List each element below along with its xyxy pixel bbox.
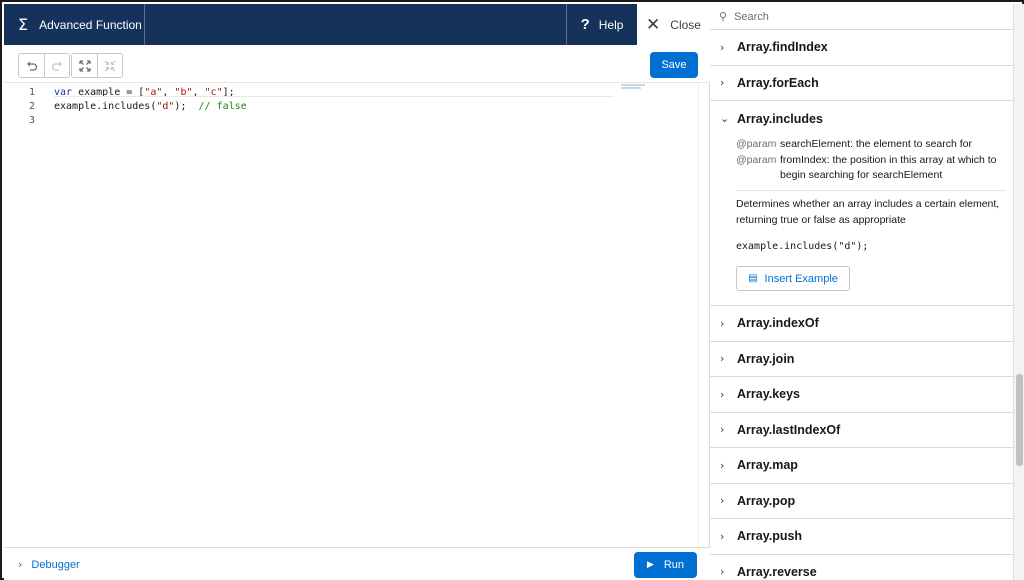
redo-icon[interactable]: [44, 54, 69, 77]
chevron-right-icon: ›: [720, 387, 725, 401]
expanded-function-item: ⌄ Array.includes @param searchElement: t…: [710, 101, 1013, 306]
history-button-group: [18, 53, 70, 78]
title-bar: Σ Advanced Function ? Help ✕ Close: [4, 4, 710, 45]
code-line: 2 example.includes("d"); // false: [4, 99, 247, 113]
editor-toolbar: Save: [4, 45, 710, 83]
close-button[interactable]: ✕ Close: [637, 4, 710, 45]
function-name: Array.indexOf: [737, 316, 819, 331]
param-tag: @param: [736, 153, 777, 166]
list-item[interactable]: › Array.push: [710, 519, 1013, 555]
code-line: 3: [4, 113, 35, 127]
list-item[interactable]: › Array.map: [710, 448, 1013, 484]
function-name: Array.join: [737, 351, 795, 366]
list-item[interactable]: › Array.indexOf: [710, 306, 1013, 342]
chevron-right-icon: ›: [720, 352, 725, 366]
chevron-down-icon: ⌄: [720, 112, 730, 125]
run-button[interactable]: ▶ Run: [634, 552, 697, 578]
param-desc: searchElement: the element to search for: [780, 138, 973, 150]
editor-panel: Σ Advanced Function ? Help ✕ Close Save …: [4, 4, 710, 580]
chevron-right-icon: ›: [720, 458, 725, 472]
insert-icon: ▤: [748, 273, 758, 284]
chevron-right-icon: ›: [720, 423, 725, 437]
collapse-icon[interactable]: [97, 54, 122, 77]
line-number: 2: [28, 100, 35, 112]
chevron-right-icon: ›: [720, 40, 725, 54]
chevron-right-icon: ›: [720, 494, 725, 508]
scrollbar-thumb[interactable]: [1016, 374, 1023, 466]
chevron-right-icon: ›: [18, 558, 23, 571]
list-item[interactable]: › Array.forEach: [710, 66, 1013, 101]
function-example: example.includes("d");: [736, 241, 869, 252]
divider: [736, 190, 1006, 191]
title-segment: Σ Advanced Function: [4, 4, 145, 45]
function-name: Array.reverse: [737, 564, 817, 579]
close-label: Close: [670, 17, 701, 32]
list-item[interactable]: › Array.findIndex: [710, 30, 1013, 66]
function-description: Determines whether an array includes a c…: [736, 198, 1000, 226]
list-item[interactable]: › Array.lastIndexOf: [710, 413, 1013, 448]
view-button-group: [71, 53, 123, 78]
function-name: Array.pop: [737, 493, 796, 508]
play-icon: ▶: [646, 560, 654, 570]
param-row: @param searchElement: the element to sea…: [736, 137, 1006, 153]
list-item[interactable]: › Array.pop: [710, 484, 1013, 519]
bottom-bar: › Debugger ▶ Run: [4, 547, 710, 580]
list-item[interactable]: › Array.join: [710, 342, 1013, 377]
function-name: Array.includes: [737, 111, 823, 126]
code-minimap[interactable]: [621, 84, 647, 89]
debugger-label: Debugger: [31, 558, 80, 571]
advanced-function-dialog: Σ Advanced Function ? Help ✕ Close Save …: [0, 0, 1024, 580]
expand-icon[interactable]: [72, 54, 97, 77]
expanded-function-header[interactable]: ⌄ Array.includes: [710, 101, 1013, 136]
chevron-right-icon: ›: [720, 76, 725, 90]
function-name: Array.findIndex: [737, 40, 828, 55]
editor-scrollbar[interactable]: [698, 84, 710, 547]
close-icon: ✕: [646, 14, 661, 35]
param-desc: fromIndex: the position in this array at…: [780, 153, 997, 182]
function-list: › Array.findIndex › Array.forEach ⌄ Arra…: [710, 30, 1013, 580]
function-name: Array.map: [737, 458, 798, 473]
search-icon: ⚲: [719, 10, 728, 23]
list-item[interactable]: › Array.reverse: [710, 555, 1013, 580]
line-number: 1: [28, 86, 35, 98]
search-bar: ⚲: [710, 4, 1013, 30]
function-name: Array.lastIndexOf: [737, 422, 841, 437]
function-reference-panel: ⚲ › Array.findIndex › Array.forEach ⌄ Ar…: [710, 4, 1024, 580]
param-list: @param searchElement: the element to sea…: [736, 137, 1006, 184]
function-name: Array.forEach: [737, 75, 819, 90]
code-text: example.includes("d"); // false: [54, 100, 247, 112]
list-item[interactable]: › Array.keys: [710, 377, 1013, 413]
reference-scrollbar[interactable]: [1013, 4, 1024, 580]
undo-icon[interactable]: [19, 54, 44, 77]
insert-example-button[interactable]: ▤ Insert Example: [736, 266, 850, 291]
debugger-toggle[interactable]: › Debugger: [18, 558, 80, 571]
param-tag: @param: [736, 138, 777, 150]
function-name: Array.push: [737, 529, 803, 544]
chevron-right-icon: ›: [720, 316, 725, 330]
save-button[interactable]: Save: [650, 52, 698, 78]
chevron-right-icon: ›: [720, 565, 725, 579]
search-input[interactable]: [734, 10, 995, 23]
code-editor[interactable]: 1 var example = ["a", "b", "c"]; 2 examp…: [4, 84, 698, 547]
current-line-highlight: [54, 96, 614, 97]
dialog-title: Advanced Function: [39, 17, 142, 32]
function-name: Array.keys: [737, 387, 801, 402]
run-label: Run: [663, 559, 685, 571]
line-number: 3: [28, 114, 35, 126]
chevron-right-icon: ›: [720, 529, 725, 543]
sigma-icon: Σ: [18, 15, 29, 34]
insert-example-label: Insert Example: [764, 272, 838, 285]
help-icon: ?: [580, 16, 590, 33]
help-button[interactable]: ? Help: [566, 4, 637, 45]
help-label: Help: [598, 17, 624, 32]
param-row: @param fromIndex: the position in this a…: [736, 153, 1006, 184]
